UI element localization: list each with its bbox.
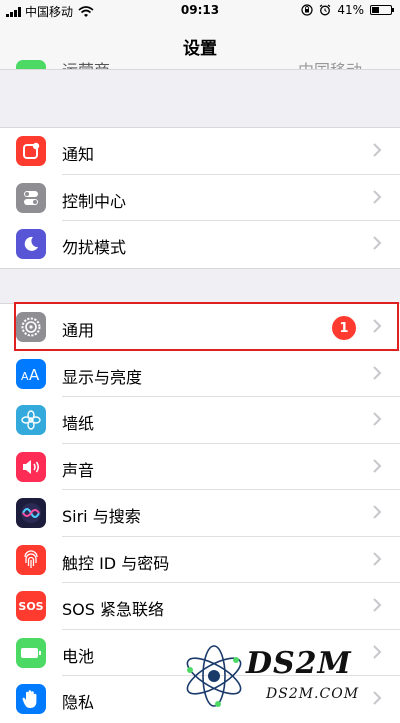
- chevron-right-icon: [373, 412, 382, 426]
- settings-row-notifications[interactable]: 通知: [0, 128, 400, 175]
- hand-icon: [16, 684, 46, 714]
- nav-bar: 设置 运营商 中国移动: [0, 22, 400, 70]
- watermark-title: DS2M: [246, 646, 352, 681]
- atom-logo-icon: [186, 645, 242, 707]
- chevron-right-icon: [373, 551, 382, 566]
- page-title: 设置: [183, 39, 217, 59]
- row-label: 隐私: [62, 693, 95, 712]
- chevron-right-icon: [373, 189, 382, 204]
- highlight-box: [14, 302, 399, 351]
- display-brightness-icon: AA: [16, 358, 46, 389]
- row-label: 触控 ID 与密码: [62, 553, 170, 573]
- carrier-row-value: 中国移动: [298, 57, 362, 69]
- row-label: SOS 紧急联络: [62, 600, 164, 619]
- carrier-row-label: 运营商: [62, 57, 110, 69]
- watermark-subtitle: DS2M.COM: [266, 686, 360, 702]
- battery-status-icon: [370, 5, 394, 15]
- chevron-right-icon: [373, 143, 382, 157]
- settings-row-touch-id-passcode[interactable]: 触控 ID 与密码: [0, 537, 400, 583]
- status-bar: 中国移动 09:13 41%: [0, 0, 400, 22]
- row-label: 电池: [62, 646, 95, 666]
- svg-text:A: A: [21, 370, 29, 383]
- sos-icon: SOS: [16, 591, 46, 621]
- chevron-right-icon: [373, 365, 382, 380]
- speaker-icon: [16, 451, 46, 482]
- battery-fill: [372, 7, 380, 13]
- settings-group-1: 通知 控制中心 勿扰模式: [0, 127, 400, 269]
- chevron-right-icon: [373, 598, 382, 612]
- moon-icon: [16, 229, 46, 259]
- watermark: DS2M DS2M.COM: [178, 640, 400, 711]
- alarm-icon: [319, 4, 331, 16]
- settings-row-sounds[interactable]: 声音: [0, 444, 400, 490]
- row-label: 控制中心: [62, 191, 127, 211]
- chevron-right-icon: [373, 236, 382, 250]
- control-center-icon: [16, 182, 46, 213]
- siri-icon: [16, 498, 46, 528]
- settings-row-emergency-sos[interactable]: SOS SOS 紧急联络: [0, 583, 400, 630]
- row-label: 显示与亮度: [62, 367, 143, 387]
- fingerprint-icon: [16, 544, 46, 575]
- chevron-right-icon: [373, 458, 382, 473]
- battery-icon: [16, 637, 46, 668]
- settings-row-display-brightness[interactable]: AA 显示与亮度: [0, 351, 400, 397]
- row-label: 声音: [62, 460, 95, 480]
- settings-row-do-not-disturb[interactable]: 勿扰模式: [0, 221, 400, 268]
- chevron-right-icon: [373, 505, 382, 519]
- row-label: 勿扰模式: [62, 238, 127, 257]
- orientation-lock-icon: [301, 4, 313, 16]
- sos-icon-text: SOS: [18, 599, 44, 613]
- settings-row-control-center[interactable]: 控制中心: [0, 175, 400, 221]
- status-right: 41%: [301, 3, 394, 17]
- phone-icon: [16, 60, 46, 69]
- row-label: Siri 与搜索: [62, 507, 141, 526]
- settings-row-siri-search[interactable]: Siri 与搜索: [0, 490, 400, 537]
- wallpaper-flower-icon: [16, 405, 46, 435]
- row-label: 通知: [62, 145, 95, 164]
- settings-row-wallpaper[interactable]: 墙纸: [0, 397, 400, 444]
- notifications-icon: [16, 136, 46, 166]
- carrier-row[interactable]: 运营商 中国移动: [0, 57, 400, 69]
- svg-text:A: A: [29, 366, 40, 384]
- row-label: 墙纸: [62, 414, 95, 433]
- battery-percent: 41%: [337, 3, 364, 17]
